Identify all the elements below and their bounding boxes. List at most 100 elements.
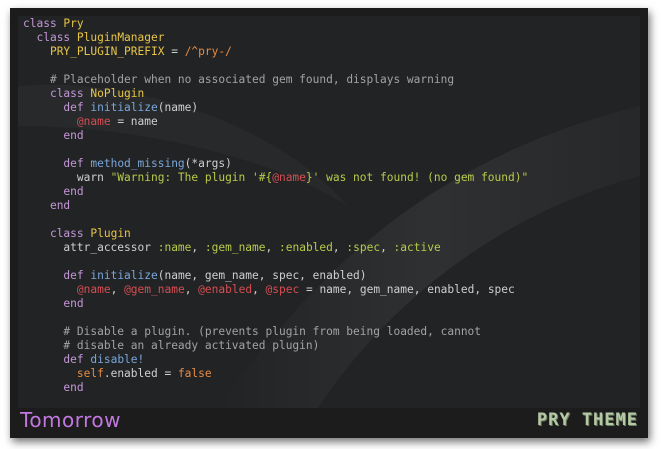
code-token: }' was not found! (no gem found)" [305, 171, 529, 184]
code-token: :spec [346, 241, 381, 254]
code-line: @name = name [23, 115, 158, 128]
code-token: (name, gem_name, spec, enabled) [157, 269, 367, 282]
code-token: , [252, 283, 266, 296]
code-line: class NoPlugin [23, 87, 144, 100]
code-token: initialize [90, 101, 158, 114]
code-line: # disable an already activated plugin) [23, 339, 319, 352]
code-token: # Placeholder when no associated gem fou… [49, 73, 455, 86]
code-preview: class Pry class PluginManager PRY_PLUGIN… [18, 16, 640, 408]
code-line: @name, @gem_name, @enabled, @spec = name… [23, 283, 515, 296]
theme-name-label: Tomorrow [20, 408, 122, 432]
code-line: PRY_PLUGIN_PREFIX = /^pry-/ [23, 45, 232, 58]
code-token: false [177, 367, 212, 380]
code-token: # disable an already activated plugin) [63, 339, 320, 352]
code-token: , [184, 283, 199, 296]
pry-theme-logo: PRY THEME [536, 410, 638, 430]
code-token: :name [157, 241, 192, 254]
code-token: , [380, 241, 394, 254]
code-token: PRY_PLUGIN_PREFIX [49, 45, 165, 58]
code-line: end [23, 199, 70, 212]
code-token: = name, gem_name, enabled, spec [299, 283, 515, 296]
code-token: :active [393, 241, 441, 254]
code-token: , [332, 241, 347, 254]
code-token: = name [110, 115, 158, 128]
code-token: def [63, 269, 91, 282]
code-line: def initialize(name, gem_name, spec, ena… [23, 269, 367, 282]
code-token: end [63, 129, 84, 142]
code-token: def [63, 157, 91, 170]
code-line: self.enabled = false [23, 367, 212, 380]
code-line: def disable! [23, 353, 144, 366]
code-token: attr_accessor [23, 241, 158, 254]
code-token: PluginManager [76, 31, 165, 44]
code-token: # Disable a plugin. (prevents plugin fro… [63, 325, 482, 338]
code-line: warn "Warning: The plugin '#{@name}' was… [23, 171, 528, 184]
code-token: .enabled = [103, 367, 178, 380]
code-line: attr_accessor :name, :gem_name, :enabled… [23, 241, 441, 254]
code-token: end [63, 185, 84, 198]
code-token: = [164, 45, 185, 58]
code-token: (*args) [184, 157, 232, 170]
code-token: warn [23, 171, 111, 184]
code-token: :enabled [279, 241, 333, 254]
code-token: Plugin [90, 227, 131, 240]
code-token: (name) [157, 101, 199, 114]
code-token: /^pry-/ [184, 45, 232, 58]
code-line: class Pry [23, 17, 84, 30]
code-token: class [23, 17, 64, 30]
code-block: class Pry class PluginManager PRY_PLUGIN… [23, 17, 528, 395]
code-token: @gem_name [124, 283, 185, 296]
code-token: @spec [265, 283, 300, 296]
theme-preview-window: class Pry class PluginManager PRY_PLUGIN… [10, 8, 648, 438]
code-token: class [36, 31, 77, 44]
code-line: # Disable a plugin. (prevents plugin fro… [23, 325, 481, 338]
code-token: , [265, 241, 279, 254]
code-token: Pry [63, 17, 84, 30]
code-token: , [110, 283, 125, 296]
code-token: @name [272, 171, 306, 184]
code-line: def method_missing(*args) [23, 157, 232, 170]
code-token: end [63, 297, 84, 310]
code-token: "Warning: The plugin '#{ [110, 171, 273, 184]
code-token: @name [76, 115, 111, 128]
code-line: def initialize(name) [23, 101, 198, 114]
code-line: # Placeholder when no associated gem fou… [23, 73, 454, 86]
code-line: class Plugin [23, 227, 131, 240]
code-token: :gem_name [204, 241, 266, 254]
code-token: NoPlugin [90, 87, 145, 100]
code-line: end [23, 129, 84, 142]
code-token: self [76, 367, 104, 380]
code-line: end [23, 381, 84, 394]
code-line: end [23, 185, 84, 198]
code-token: @enabled [198, 283, 253, 296]
code-token: def [63, 353, 91, 366]
code-token: initialize [90, 269, 158, 282]
code-line: end [23, 297, 84, 310]
code-token: method_missing [90, 157, 185, 170]
code-token: def [63, 101, 91, 114]
code-token: end [63, 381, 84, 394]
code-token: end [49, 199, 71, 212]
code-token: class [49, 87, 91, 100]
code-token: @name [76, 283, 111, 296]
code-line: class PluginManager [23, 31, 164, 44]
code-token: disable! [90, 353, 145, 366]
